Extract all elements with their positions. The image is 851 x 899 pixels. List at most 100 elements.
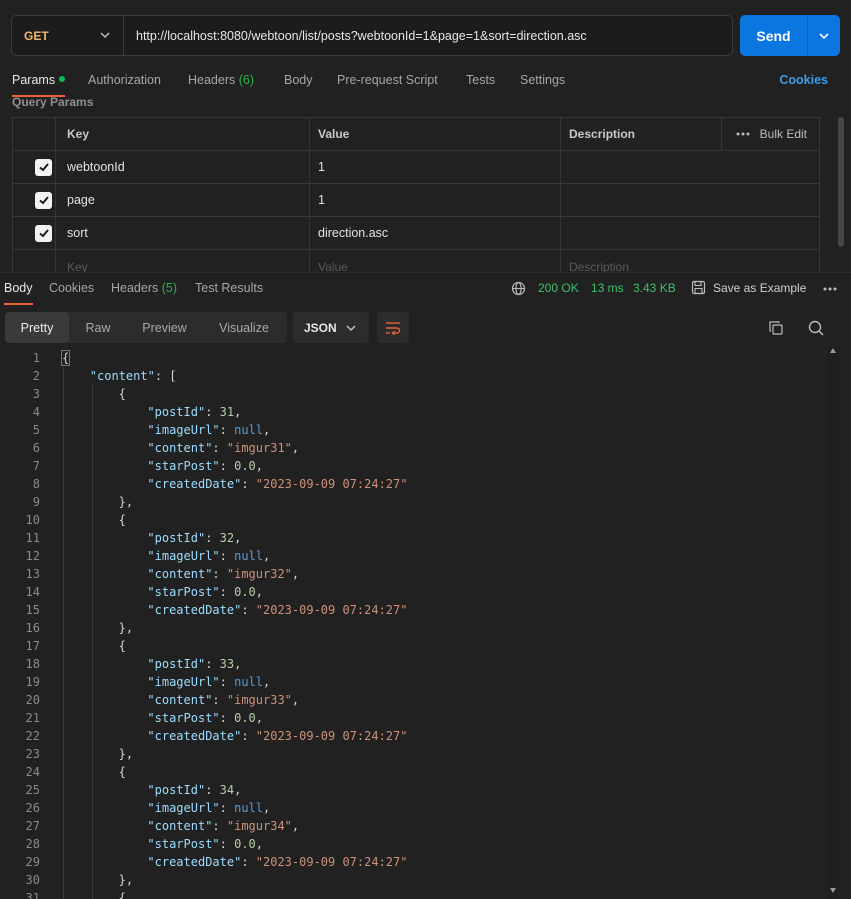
tab-authorization[interactable]: Authorization [88, 73, 161, 87]
response-scrollbar[interactable] [827, 347, 839, 899]
param-key[interactable]: sort [67, 217, 88, 249]
ellipsis-icon[interactable] [823, 287, 837, 291]
chevron-down-icon [819, 32, 829, 39]
code-token: : [241, 855, 256, 869]
cookies-link[interactable]: Cookies [779, 73, 828, 87]
param-key[interactable]: page [67, 184, 95, 216]
format-raw[interactable]: Raw [71, 312, 125, 343]
send-button[interactable]: Send [740, 15, 840, 56]
code-text: "createdDate": "2023-09-09 07:24:27" [147, 601, 407, 619]
tab-body[interactable]: Body [284, 73, 313, 87]
line-number: 15 [25, 603, 40, 617]
tab-response-headers[interactable]: Headers (5) [111, 281, 177, 295]
format-pretty[interactable]: Pretty [5, 312, 69, 343]
save-as-example-button[interactable]: Save as Example [713, 281, 806, 295]
code-token: }, [118, 621, 134, 635]
request-tabs: Params Authorization Headers (6) Body Pr… [0, 68, 851, 97]
response-size[interactable]: 3.43 KB [633, 281, 676, 295]
code-line: 7 "starPost": 0.0, [0, 457, 826, 475]
tab-settings[interactable]: Settings [520, 73, 565, 87]
format-visualize[interactable]: Visualize [204, 312, 284, 343]
code-token: : [241, 477, 256, 491]
line-number: 3 [32, 387, 40, 401]
param-checkbox[interactable] [35, 184, 52, 216]
code-line: 14 "starPost": 0.0, [0, 583, 826, 601]
scroll-down-arrow[interactable] [830, 888, 836, 893]
code-line: 8 "createdDate": "2023-09-09 07:24:27" [0, 475, 826, 493]
header-value: Value [318, 127, 350, 141]
code-line: 26 "imageUrl": null, [0, 799, 826, 817]
code-token: }, [118, 495, 134, 509]
line-number: 12 [25, 549, 40, 563]
code-token: , [234, 531, 242, 545]
tab-params[interactable]: Params [12, 73, 66, 97]
line-number: 5 [32, 423, 40, 437]
code-line: 30}, [0, 871, 826, 889]
copy-button[interactable] [766, 318, 786, 338]
tab-pre-request-script[interactable]: Pre-request Script [337, 73, 438, 87]
globe-icon[interactable] [511, 281, 526, 296]
code-line: 6 "content": "imgur31", [0, 439, 826, 457]
chevron-down-icon [100, 32, 110, 39]
code-token: "starPost" [147, 711, 220, 725]
bulk-edit-button[interactable]: Bulk Edit [736, 118, 807, 150]
response-status[interactable]: 200 OK [538, 281, 579, 295]
line-number: 28 [25, 837, 40, 851]
code-token: "2023-09-09 07:24:27" [255, 729, 408, 743]
method-select[interactable]: GET [12, 16, 124, 55]
param-checkbox[interactable] [35, 217, 52, 249]
params-indicator-dot [59, 76, 66, 82]
tab-response-cookies[interactable]: Cookies [49, 281, 94, 295]
send-options-button[interactable] [808, 30, 840, 42]
url-input[interactable]: http://localhost:8080/webtoon/list/posts… [124, 29, 587, 43]
code-line: 22 "createdDate": "2023-09-09 07:24:27" [0, 727, 826, 745]
code-token: }, [118, 747, 134, 761]
tab-headers[interactable]: Headers (6) [188, 73, 254, 87]
search-button[interactable] [806, 318, 826, 338]
new-param-description-input[interactable]: Description [569, 250, 629, 273]
copy-icon [769, 321, 783, 335]
tab-tests[interactable]: Tests [466, 73, 495, 87]
param-checkbox[interactable] [35, 151, 52, 183]
code-text: "createdDate": "2023-09-09 07:24:27" [147, 475, 407, 493]
scroll-up-arrow[interactable] [830, 348, 836, 353]
tab-test-results[interactable]: Test Results [195, 281, 263, 295]
code-token: , [255, 585, 264, 599]
code-token: : [205, 783, 220, 797]
code-token: , [234, 783, 242, 797]
code-token: 33 [219, 657, 235, 671]
code-line: 24 { [0, 763, 826, 781]
code-text: "imageUrl": null, [147, 673, 270, 691]
tab-pre-request-script-label: Pre-request Script [337, 73, 438, 87]
code-token: , [291, 693, 300, 707]
wrap-lines-button[interactable] [377, 312, 409, 343]
params-scrollbar[interactable] [838, 117, 844, 247]
param-key[interactable]: webtoonId [67, 151, 125, 183]
format-preview[interactable]: Preview [127, 312, 202, 343]
code-token: { [118, 387, 126, 401]
line-number: 14 [25, 585, 40, 599]
code-text: }, [119, 619, 133, 637]
line-number: 20 [25, 693, 40, 707]
code-line: 19 "imageUrl": null, [0, 673, 826, 691]
tab-response-headers-label: Headers [111, 281, 159, 295]
new-param-value-input[interactable]: Value [318, 250, 348, 273]
code-text: "content": "imgur33", [147, 691, 299, 709]
header-description: Description [569, 127, 636, 141]
format-select[interactable]: JSON [293, 312, 369, 343]
new-param-key-input[interactable]: Key [67, 250, 88, 273]
code-token: "starPost" [147, 459, 220, 473]
param-value[interactable]: direction.asc [318, 217, 388, 249]
code-text: "postId": 32, [147, 529, 241, 547]
code-token: 31 [219, 405, 235, 419]
param-value[interactable]: 1 [318, 184, 325, 216]
tab-response-body-label: Body [4, 281, 33, 295]
tab-headers-count: (6) [238, 73, 255, 87]
response-body-viewer[interactable]: 1{2 "content": [3{4 "postId": 31, 5 "imageUr… [0, 347, 826, 899]
param-value[interactable]: 1 [318, 151, 325, 183]
checkmark-icon [38, 163, 49, 172]
response-time[interactable]: 13 ms [591, 281, 624, 295]
code-line: 12 "imageUrl": null, [0, 547, 826, 565]
tab-response-body[interactable]: Body [4, 281, 33, 305]
format-tabs: Pretty Raw Preview Visualize [5, 312, 287, 343]
